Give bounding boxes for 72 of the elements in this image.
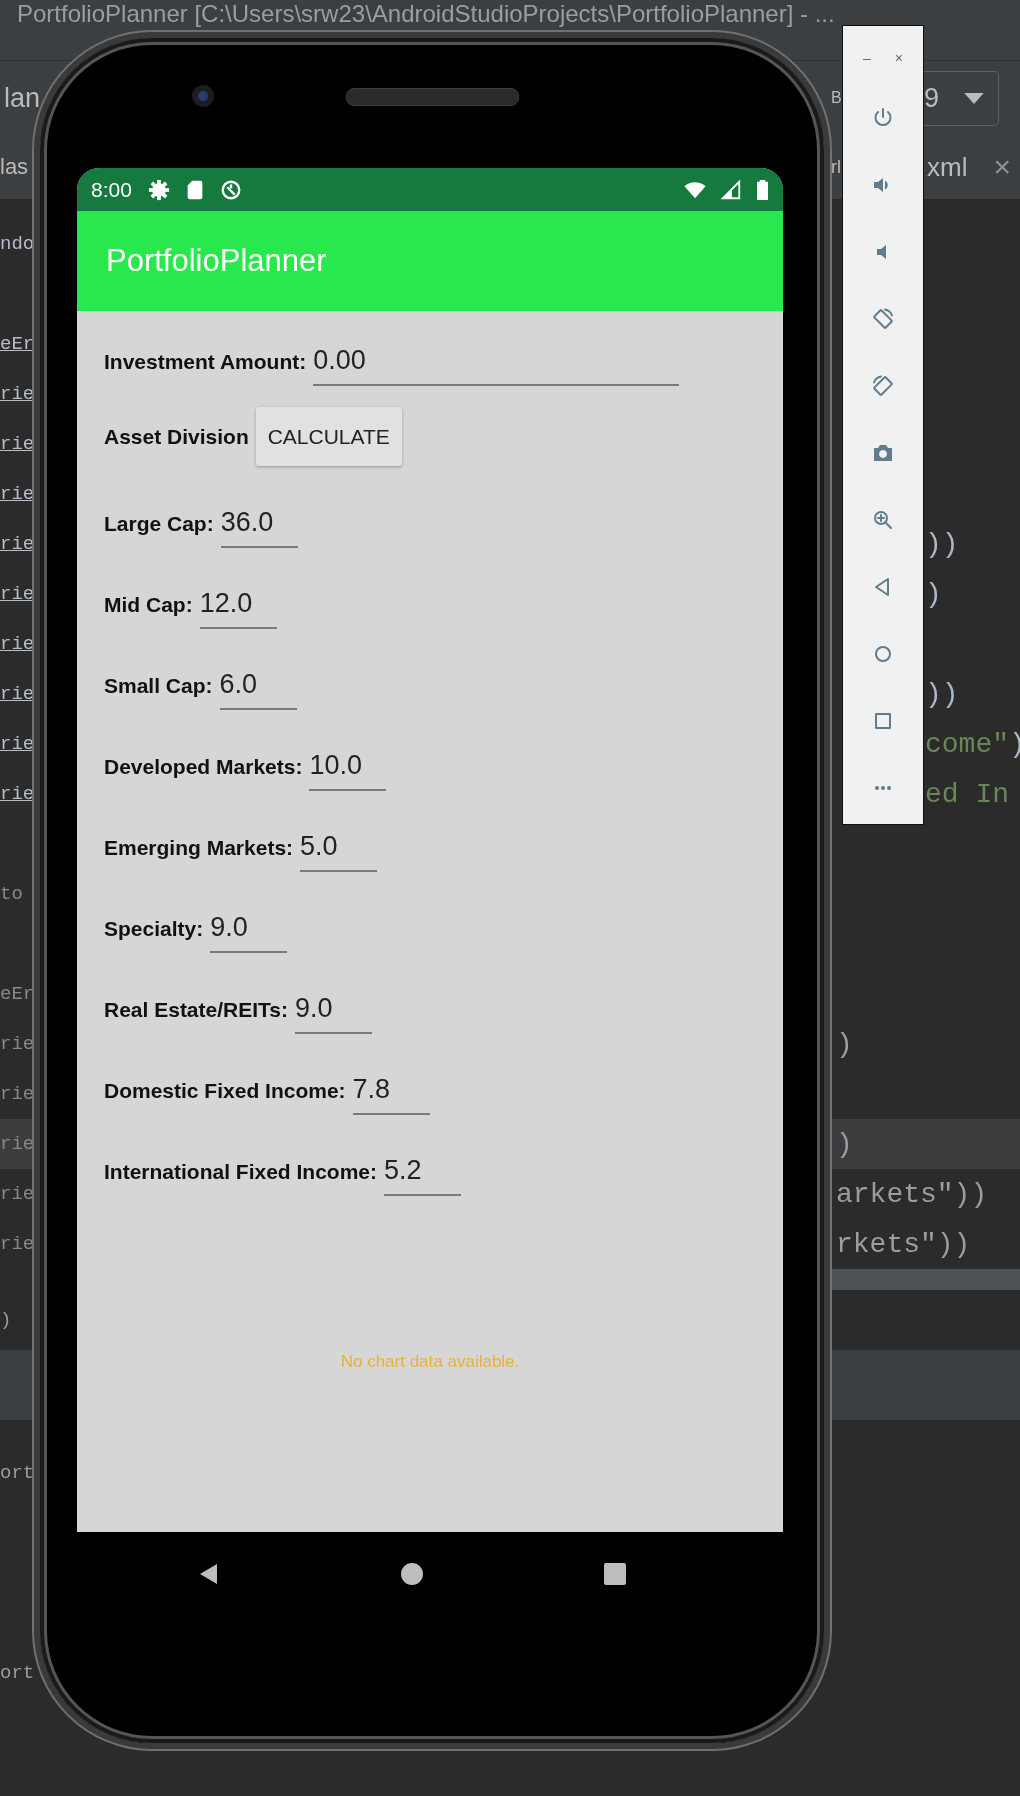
editor-tab[interactable]: las: [0, 154, 29, 180]
code-fragment: ort: [0, 1661, 36, 1686]
code-fragment: ): [836, 1128, 853, 1160]
camera-lens-icon: [191, 84, 215, 108]
code-fragment: rie: [0, 483, 35, 505]
home-icon[interactable]: [400, 1562, 424, 1586]
field-label: Mid Cap:: [104, 593, 193, 617]
code-fragment: )): [925, 528, 959, 560]
field-label: Real Estate/REITs:: [104, 998, 288, 1022]
editor-tab[interactable]: rl: [831, 156, 841, 178]
field-label: Specialty:: [104, 917, 204, 941]
code-fragment: rie: [0, 383, 35, 405]
code-fragment: ort: [0, 1461, 36, 1486]
code-fragment: eEr: [0, 333, 35, 355]
code-fragment: ): [925, 578, 942, 610]
code-fragment: rie: [0, 1133, 35, 1155]
data-saver-icon: [219, 178, 242, 201]
rotate-right-icon[interactable]: [871, 373, 895, 398]
number-field[interactable]: 0.00: [313, 345, 680, 386]
number-field[interactable]: 5.2: [384, 1155, 462, 1196]
code-fragment: rie: [0, 783, 35, 805]
number-field[interactable]: 6.0: [219, 669, 297, 710]
code-fragment: ed In: [925, 778, 1009, 810]
code-fragment: rkets")): [836, 1228, 971, 1260]
device-name: B: [831, 89, 842, 107]
app-title: PortfolioPlanner: [106, 243, 327, 279]
field-label: Asset Division: [104, 424, 249, 449]
field-label: Emerging Markets:: [104, 836, 294, 860]
battery-icon: [756, 178, 769, 201]
code-fragment: rie: [0, 583, 35, 605]
status-time: 8:00: [91, 177, 132, 202]
code-fragment: to: [0, 883, 23, 905]
code-fragment: rie: [0, 633, 35, 655]
field-label: Domestic Fixed Income:: [104, 1079, 346, 1103]
number-field[interactable]: 7.8: [352, 1074, 430, 1115]
code-fragment: rie: [0, 1083, 35, 1105]
gear-icon: [147, 178, 170, 201]
calculate-button[interactable]: CALCULATE: [255, 407, 402, 466]
code-fragment: rie: [0, 1183, 35, 1205]
number-field[interactable]: 9.0: [295, 993, 372, 1034]
code-fragment: rie: [0, 683, 35, 705]
code-fragment: ): [836, 1028, 853, 1060]
number-field[interactable]: 10.0: [309, 750, 387, 791]
minimize-button[interactable]: –: [863, 50, 871, 66]
editor-tab[interactable]: xml: [927, 151, 968, 183]
code-fragment: rie: [0, 533, 35, 555]
rotate-left-icon[interactable]: [871, 306, 895, 331]
code-fragment: eEr: [0, 983, 35, 1005]
code-fragment: ndo: [0, 233, 35, 255]
toolbar-text: lan: [4, 82, 41, 114]
number-field[interactable]: 12.0: [199, 588, 277, 629]
code-fragment: rie: [0, 1233, 35, 1255]
empty-chart-message: No chart data available.: [340, 1352, 520, 1372]
number-field[interactable]: 9.0: [210, 912, 288, 953]
code-fragment: ): [0, 1308, 12, 1333]
code-fragment: rie: [0, 433, 35, 455]
field-label: Investment Amount:: [104, 350, 307, 374]
number-field[interactable]: 36.0: [220, 507, 298, 548]
caret-icon: [963, 91, 986, 105]
window-title: PortfolioPlanner [C:\Users\srw23\AndroidStudioProjects\PortfolioPlanner] - ...: [17, 0, 835, 28]
field-label: International Fixed Income:: [104, 1160, 378, 1184]
code-fragment: arkets")): [836, 1178, 988, 1210]
number-field[interactable]: 5.0: [300, 831, 378, 872]
code-fragment: rie: [0, 733, 35, 755]
field-label: Small Cap:: [104, 674, 213, 698]
field-label: Large Cap:: [104, 512, 214, 536]
overview-icon[interactable]: [603, 1562, 627, 1586]
close-button[interactable]: ×: [894, 50, 903, 66]
code-fragment: rie: [0, 1033, 35, 1055]
signal-icon: [720, 178, 742, 201]
field-label: Developed Markets:: [104, 755, 303, 779]
code-fragment: )): [925, 678, 959, 710]
